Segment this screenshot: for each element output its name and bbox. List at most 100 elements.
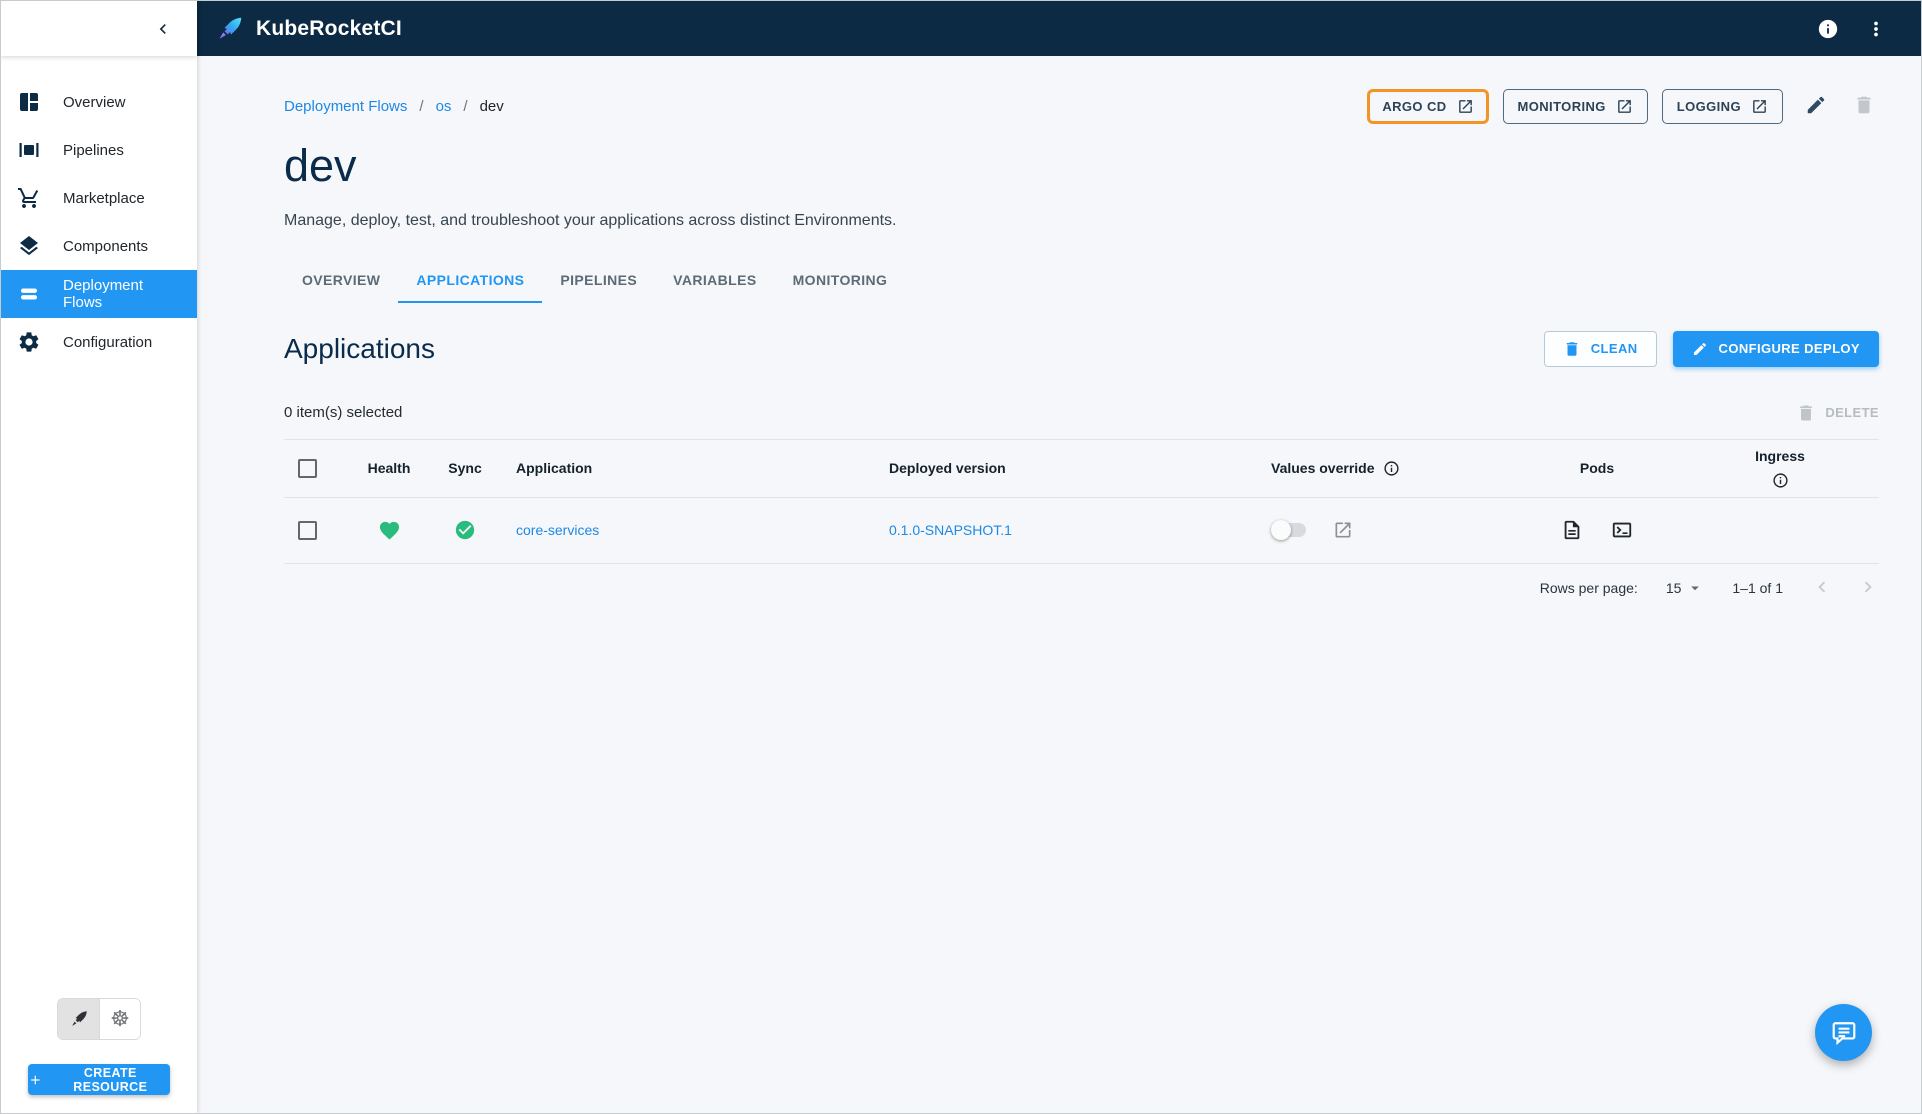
more-menu-button[interactable] — [1865, 18, 1887, 40]
delete-selected-button[interactable]: DELETE — [1796, 403, 1879, 423]
open-in-new-icon — [1458, 100, 1472, 113]
tab-overview[interactable]: OVERVIEW — [284, 258, 398, 303]
column-header-ingress: Ingress — [1755, 447, 1805, 464]
info-button[interactable] — [1817, 18, 1839, 40]
open-in-new-icon — [1617, 100, 1631, 113]
sidebar-item-configuration[interactable]: Configuration — [1, 318, 197, 366]
values-override-open-icon[interactable] — [1333, 520, 1353, 540]
pagination: Rows per page: 15 1–1 of 1 — [284, 576, 1879, 601]
sync-synced-icon — [455, 521, 475, 540]
page-description: Manage, deploy, test, and troubleshoot y… — [284, 211, 897, 229]
tab-applications[interactable]: APPLICATIONS — [398, 258, 543, 303]
page-content: Deployment Flows / os / dev ARGO CD MONI… — [197, 56, 1921, 1113]
sidebar-item-pipelines[interactable]: Pipelines — [1, 126, 197, 174]
app-title: KubeRocketCI — [256, 16, 402, 40]
edit-environment-button[interactable] — [1801, 90, 1831, 123]
pod-terminal-icon[interactable] — [1611, 519, 1633, 541]
sidebar-item-components[interactable]: Components — [1, 222, 197, 270]
app-window: Overview Pipelines Marketplace Component… — [0, 0, 1922, 1114]
applications-table: Health Sync Application Deployed version… — [284, 438, 1879, 564]
delete-selected-label: DELETE — [1825, 405, 1879, 421]
values-override-toggle[interactable] — [1271, 520, 1307, 541]
trash-icon — [1857, 96, 1871, 114]
previous-page-button[interactable] — [1811, 576, 1833, 601]
dashboard-icon — [17, 90, 41, 114]
column-header-application: Application — [516, 460, 593, 477]
tab-pipelines[interactable]: PIPELINES — [542, 258, 655, 303]
tab-variables[interactable]: VARIABLES — [655, 258, 774, 303]
table-header-row: Health Sync Application Deployed version… — [284, 438, 1879, 498]
application-link[interactable]: core-services — [516, 522, 599, 538]
column-header-health: Health — [367, 460, 411, 477]
page-title: dev — [284, 140, 357, 191]
applications-heading: Applications — [284, 332, 435, 364]
logging-link-label: LOGGING — [1676, 99, 1741, 114]
sidebar-header — [1, 1, 197, 56]
row-checkbox[interactable] — [298, 520, 317, 540]
pencil-icon — [1693, 342, 1706, 355]
sidebar-item-label: Components — [63, 237, 149, 255]
argocd-link-label: ARGO CD — [1382, 99, 1447, 114]
environment-quick-links: ARGO CD MONITORING LOGGING — [1367, 89, 1879, 124]
cart-icon — [17, 186, 41, 210]
chevron-left-icon — [159, 23, 166, 34]
create-resource-label: CREATE RESOURCE — [73, 1065, 148, 1094]
argocd-link-button[interactable]: ARGO CD — [1367, 89, 1489, 124]
breadcrumb: Deployment Flows / os / dev — [284, 98, 504, 115]
chevron-right-icon — [1864, 581, 1872, 593]
kubernetes-icon: ☸ — [110, 1006, 130, 1031]
sidebar-item-deployment-flows[interactable]: Deployment Flows — [1, 270, 197, 318]
brand[interactable]: KubeRocketCI — [215, 14, 402, 44]
sidebar-item-label: Configuration — [63, 333, 153, 351]
clean-button[interactable]: CLEAN — [1543, 330, 1657, 367]
sidebar-item-label: Overview — [63, 93, 126, 111]
info-outline-icon[interactable] — [1383, 460, 1400, 477]
chevron-left-icon — [1818, 581, 1826, 593]
flows-icon — [17, 282, 41, 306]
toggle-knob — [1271, 520, 1291, 541]
kubernetes-view-button[interactable]: ☸ — [99, 999, 140, 1039]
chat-fab-button[interactable] — [1815, 1004, 1872, 1061]
next-page-button[interactable] — [1857, 576, 1879, 601]
configure-deploy-label: CONFIGURE DEPLOY — [1718, 341, 1860, 357]
trash-icon — [1800, 405, 1813, 421]
breadcrumb-link-deployment-flows[interactable]: Deployment Flows — [284, 98, 407, 115]
clean-label: CLEAN — [1590, 341, 1638, 357]
sidebar-item-overview[interactable]: Overview — [1, 78, 197, 126]
trash-icon — [1566, 342, 1577, 356]
tabs: OVERVIEW APPLICATIONS PIPELINES VARIABLE… — [284, 258, 1879, 303]
view-toggle-group: ☸ — [57, 998, 141, 1040]
select-all-checkbox[interactable] — [298, 458, 317, 478]
monitoring-link-label: MONITORING — [1517, 99, 1606, 114]
pod-logs-icon[interactable] — [1561, 519, 1583, 541]
column-header-deployed-version: Deployed version — [889, 460, 1006, 477]
rocket-logo-icon — [219, 17, 242, 39]
breadcrumb-link-os[interactable]: os — [436, 98, 452, 115]
rocket-view-button[interactable] — [58, 999, 99, 1039]
table-row: core-services 0.1.0-SNAPSHOT.1 — [284, 498, 1879, 564]
rows-per-page-select[interactable]: 15 — [1666, 579, 1705, 597]
sidebar: Overview Pipelines Marketplace Component… — [1, 1, 197, 1113]
main-area: KubeRocketCI Deployment Flows / os / dev — [197, 1, 1921, 1113]
selected-count: 0 item(s) selected — [284, 404, 403, 422]
delete-environment-button[interactable] — [1849, 90, 1879, 123]
dropdown-caret-icon — [1691, 586, 1700, 591]
topbar-actions — [1817, 18, 1887, 40]
info-outline-icon[interactable] — [1772, 472, 1789, 489]
logging-link-button[interactable]: LOGGING — [1661, 89, 1783, 124]
layers-icon — [17, 234, 41, 258]
sidebar-item-label: Pipelines — [63, 141, 124, 159]
more-vert-icon — [1874, 21, 1878, 36]
plus-icon — [31, 1075, 40, 1084]
deployed-version-link[interactable]: 0.1.0-SNAPSHOT.1 — [889, 522, 1012, 538]
create-resource-button[interactable]: CREATE RESOURCE — [28, 1064, 170, 1095]
tab-monitoring[interactable]: MONITORING — [775, 258, 906, 303]
sidebar-item-label: Deployment Flows — [63, 277, 144, 311]
pipelines-icon — [17, 138, 41, 162]
monitoring-link-button[interactable]: MONITORING — [1502, 89, 1648, 124]
configure-deploy-button[interactable]: CONFIGURE DEPLOY — [1672, 330, 1879, 367]
breadcrumb-separator: / — [463, 98, 468, 115]
sidebar-item-marketplace[interactable]: Marketplace — [1, 174, 197, 222]
topbar: KubeRocketCI — [197, 1, 1921, 56]
sidebar-collapse-button[interactable] — [149, 15, 177, 43]
